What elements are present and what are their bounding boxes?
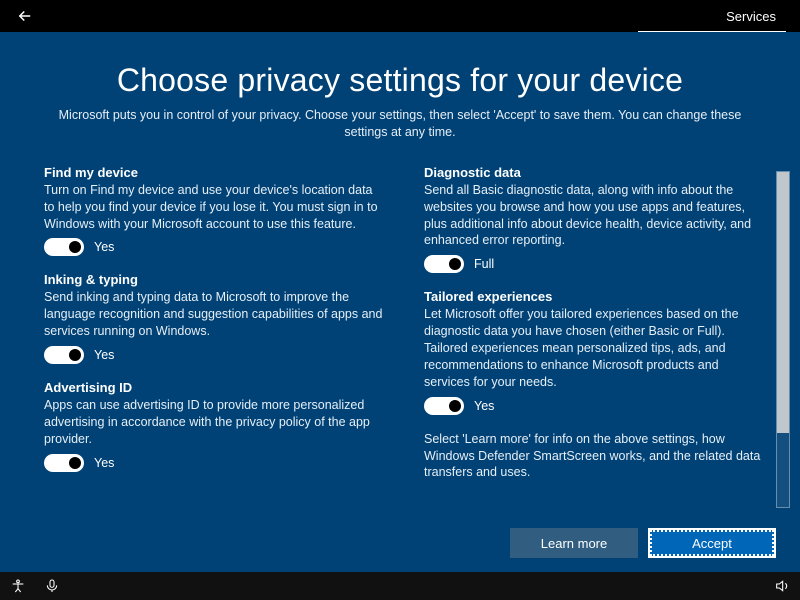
input-button[interactable] <box>44 578 60 594</box>
toggle-row: Yes <box>424 397 764 415</box>
toggle-find-my-device[interactable] <box>44 238 84 256</box>
oobe-privacy-window: Services Choose privacy settings for you… <box>0 0 800 600</box>
setting-title: Find my device <box>44 165 384 180</box>
accept-button[interactable]: Accept <box>648 528 776 558</box>
toggle-knob-icon <box>449 400 461 412</box>
setting-description: Let Microsoft offer you tailored experie… <box>424 306 764 390</box>
arrow-left-icon <box>16 7 34 25</box>
taskbar-right <box>774 578 790 594</box>
footer-buttons: Learn more Accept <box>0 514 800 572</box>
volume-icon <box>774 578 790 594</box>
taskbar-left <box>10 578 60 594</box>
titlebar: Services <box>0 0 800 32</box>
settings-learn-more-note: Select 'Learn more' for info on the abov… <box>424 431 764 482</box>
setting-title: Inking & typing <box>44 272 384 287</box>
content-area: Choose privacy settings for your device … <box>0 32 800 572</box>
setting-description: Turn on Find my device and use your devi… <box>44 182 384 233</box>
microphone-icon <box>44 578 60 594</box>
toggle-diagnostic-data[interactable] <box>424 255 464 273</box>
setting-diagnostic-data: Diagnostic data Send all Basic diagnosti… <box>424 165 764 274</box>
ease-of-access-button[interactable] <box>10 578 26 594</box>
toggle-label: Full <box>474 257 494 271</box>
setting-description: Send inking and typing data to Microsoft… <box>44 289 384 340</box>
toggle-advertising-id[interactable] <box>44 454 84 472</box>
setting-description: Apps can use advertising ID to provide m… <box>44 397 384 448</box>
settings-column-right: Diagnostic data Send all Basic diagnosti… <box>424 165 764 514</box>
setting-description: Send all Basic diagnostic data, along wi… <box>424 182 764 250</box>
toggle-row: Full <box>424 255 764 273</box>
toggle-label: Yes <box>94 240 114 254</box>
setting-title: Tailored experiences <box>424 289 764 304</box>
setting-find-my-device: Find my device Turn on Find my device an… <box>44 165 384 257</box>
setting-tailored-experiences: Tailored experiences Let Microsoft offer… <box>424 289 764 414</box>
setting-advertising-id: Advertising ID Apps can use advertising … <box>44 380 384 472</box>
settings-scroll-area: Find my device Turn on Find my device an… <box>0 151 800 514</box>
toggle-row: Yes <box>44 454 384 472</box>
scrollbar-track <box>776 171 790 508</box>
oobe-taskbar <box>0 572 800 600</box>
setting-title: Advertising ID <box>44 380 384 395</box>
toggle-tailored-experiences[interactable] <box>424 397 464 415</box>
toggle-row: Yes <box>44 346 384 364</box>
ease-of-access-icon <box>10 578 26 594</box>
vertical-scrollbar[interactable] <box>776 165 792 514</box>
settings-column-left: Find my device Turn on Find my device an… <box>44 165 384 514</box>
toggle-label: Yes <box>94 348 114 362</box>
scrollbar-thumb[interactable] <box>777 172 789 433</box>
tab-services[interactable]: Services <box>716 0 786 32</box>
setting-title: Diagnostic data <box>424 165 764 180</box>
toggle-knob-icon <box>69 457 81 469</box>
toggle-row: Yes <box>44 238 384 256</box>
toggle-knob-icon <box>449 258 461 270</box>
toggle-label: Yes <box>94 456 114 470</box>
toggle-knob-icon <box>69 349 81 361</box>
toggle-knob-icon <box>69 241 81 253</box>
settings-columns: Find my device Turn on Find my device an… <box>44 165 776 514</box>
toggle-label: Yes <box>474 399 494 413</box>
toggle-inking-typing[interactable] <box>44 346 84 364</box>
page-title: Choose privacy settings for your device <box>40 62 760 99</box>
volume-button[interactable] <box>774 578 790 594</box>
page-subtitle: Microsoft puts you in control of your pr… <box>40 107 760 141</box>
learn-more-button[interactable]: Learn more <box>510 528 638 558</box>
setting-inking-typing: Inking & typing Send inking and typing d… <box>44 272 384 364</box>
header: Choose privacy settings for your device … <box>0 32 800 151</box>
back-button[interactable] <box>10 1 40 31</box>
